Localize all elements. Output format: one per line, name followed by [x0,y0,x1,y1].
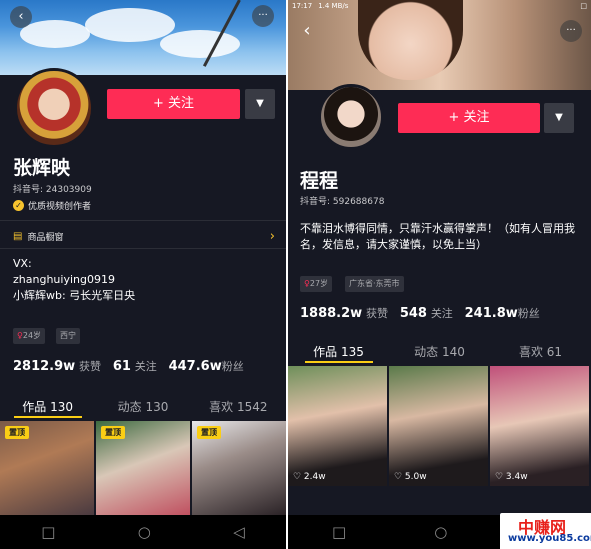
active-tab-indicator [14,416,82,418]
bio-line: VX: [13,257,32,270]
more-icon: ··· [258,10,268,21]
certification-label: 优质视频创作者 [28,202,92,212]
more-icon: ··· [566,25,576,36]
video-thumbnail[interactable]: ♡ 3.4w [490,366,589,486]
likes-count: 2812.9w [13,359,76,374]
video-thumbnail[interactable]: ♡ 2.4w [288,366,387,486]
profile-name: 程程 [300,170,339,192]
location-tag: 西宁 [56,328,80,344]
bio-line: 小辉辉wb: 弓长光军日央 [13,289,136,302]
profile-stats: 1888.2w 获赞 548 关注 241.8w粉丝 [300,305,548,321]
profile-name: 张辉映 [13,157,71,179]
tab-likes[interactable]: 喜欢 61 [490,343,591,360]
pinned-badge: 置顶 [197,426,221,439]
left-profile-banner [0,0,286,75]
video-grid: 置顶 置顶 置顶 [0,421,286,515]
more-button[interactable]: ··· [560,20,582,42]
tab-likes[interactable]: 喜欢 1542 [191,398,286,415]
age-tag: ♀27岁 [300,276,333,292]
video-likes: ♡ 2.4w [293,472,326,482]
system-nav-bar: □ ○ ◁ [0,515,286,549]
back-button[interactable]: ‹ [296,20,318,42]
fans-count: 241.8w [464,306,518,321]
video-thumbnail[interactable]: 置顶 [96,421,190,515]
douyin-id: 抖音号: 24303909 [13,185,92,195]
dropdown-icon: ▼ [256,98,264,109]
right-profile-banner [288,0,591,90]
bio-line: zhanghuiying0919 [13,273,115,286]
active-tab-indicator [305,361,373,363]
status-network: 1.4 MB/s [318,2,349,10]
fans-label: 粉丝 [517,307,540,320]
more-options-button[interactable]: ▼ [544,103,574,133]
age-tag: ♀24岁 [13,328,46,344]
follow-button[interactable]: + 关注 [398,103,540,133]
video-thumbnail[interactable]: 置顶 [0,421,94,515]
back-nav-icon[interactable]: ◁ [233,523,245,541]
avatar[interactable] [318,84,384,150]
profile-tabs: 作品 135 动态 140 喜欢 61 [288,343,591,360]
back-icon: ‹ [18,9,24,24]
profile-tabs: 作品 130 动态 130 喜欢 1542 [0,398,286,415]
pinned-badge: 置顶 [5,426,29,439]
recent-apps-icon[interactable]: □ [332,523,346,541]
video-thumbnail[interactable]: ♡ 5.0w [389,366,488,486]
avatar[interactable] [14,68,94,148]
following-label: 关注 [134,360,157,373]
tab-activity[interactable]: 动态 140 [389,343,490,360]
status-time: 17:17 [292,2,313,10]
shop-label: 商品橱窗 [27,233,64,243]
video-likes: ♡ 3.4w [495,472,528,482]
tab-activity[interactable]: 动态 130 [95,398,190,415]
pinned-badge: 置顶 [101,426,125,439]
shop-window-link[interactable]: ▤ 商品橱窗 › [13,229,275,244]
recent-apps-icon[interactable]: □ [41,523,55,541]
fans-count: 447.6w [168,359,222,374]
site-watermark: 中赚网 www.you85.com [500,513,591,549]
shop-icon: ▤ [13,231,23,242]
more-button[interactable]: ··· [252,5,274,27]
following-count: 548 [399,306,427,321]
tab-works[interactable]: 作品 130 [0,398,95,415]
video-thumbnail[interactable]: 置顶 [192,421,286,515]
following-label: 关注 [430,307,453,320]
douyin-id: 抖音号: 592688678 [300,197,385,207]
home-icon[interactable]: ○ [434,523,447,541]
likes-label: 获赞 [366,307,389,320]
left-profile-screen: ‹ ··· + 关注 ▼ 张辉映 抖音号: 24303909 ✓ 优质视频创作者… [0,0,286,549]
tab-works[interactable]: 作品 135 [288,343,389,360]
battery-icon: □ [580,2,587,10]
likes-count: 1888.2w [300,306,363,321]
fans-label: 粉丝 [221,360,244,373]
location-tag: 广东省·东莞市 [345,276,404,292]
profile-stats: 2812.9w 获赞 61 关注 447.6w粉丝 [13,358,252,374]
bio: 不靠泪水博得同情，只靠汗水赢得掌声！（如有人冒用我名，发信息，请大家谨慎，以免上… [300,222,575,251]
watermark-url: www.you85.com [508,533,591,544]
home-icon[interactable]: ○ [138,523,151,541]
video-grid: ♡ 2.4w ♡ 5.0w ♡ 3.4w [288,366,591,486]
video-likes: ♡ 5.0w [394,472,427,482]
certification: ✓ 优质视频创作者 [13,199,91,212]
status-bar: 17:17 1.4 MB/s □ [288,0,591,12]
back-button[interactable]: ‹ [10,6,32,28]
following-count: 61 [112,359,131,374]
verified-icon: ✓ [13,200,24,211]
dropdown-icon: ▼ [555,112,563,123]
back-icon: ‹ [303,20,311,41]
chevron-right-icon: › [269,229,275,244]
follow-button[interactable]: + 关注 [107,89,240,119]
likes-label: 获赞 [79,360,102,373]
more-options-button[interactable]: ▼ [245,89,275,119]
right-profile-screen: 17:17 1.4 MB/s □ ‹ ··· + 关注 ▼ 程程 抖音号: 59… [288,0,591,549]
